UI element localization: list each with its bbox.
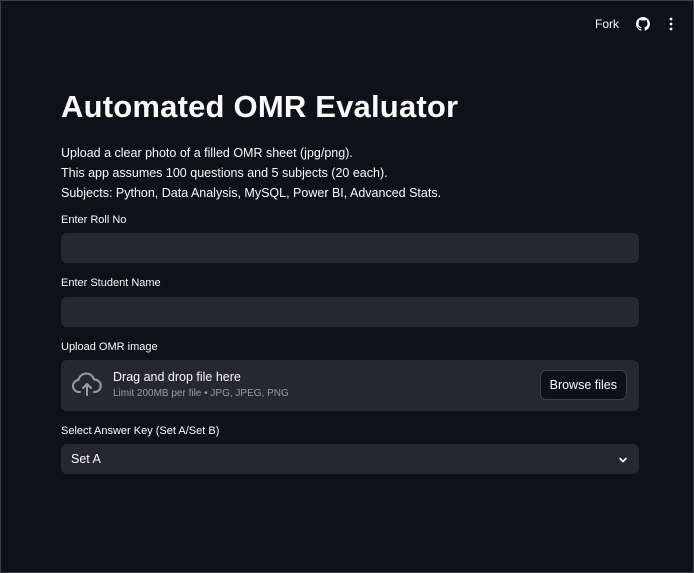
file-limit-text: Limit 200MB per file • JPG, JPEG, PNG bbox=[113, 388, 289, 399]
drag-drop-text: Drag and drop file here bbox=[113, 370, 241, 384]
cloud-upload-icon bbox=[72, 372, 102, 398]
browse-files-button[interactable]: Browse files bbox=[539, 370, 627, 400]
description-line: Subjects: Python, Data Analysis, MySQL, … bbox=[61, 186, 442, 200]
app-header: Fork bbox=[595, 1, 693, 47]
app-window: Fork Automated OMR Evaluator Upload a cl… bbox=[0, 0, 694, 573]
description: Upload a clear photo of a filled OMR she… bbox=[61, 143, 441, 203]
vertical-ellipsis-icon[interactable] bbox=[663, 16, 679, 32]
student-name-input[interactable] bbox=[61, 297, 639, 327]
answer-key-label: Select Answer Key (Set A/Set B) bbox=[61, 425, 220, 437]
description-line: Upload a clear photo of a filled OMR she… bbox=[61, 146, 353, 160]
fork-button[interactable]: Fork bbox=[595, 17, 619, 31]
answer-key-selected-value: Set A bbox=[71, 452, 101, 466]
student-name-label: Enter Student Name bbox=[61, 277, 161, 289]
answer-key-select[interactable]: Set A bbox=[61, 444, 639, 474]
roll-no-label: Enter Roll No bbox=[61, 214, 127, 226]
roll-no-input[interactable] bbox=[61, 233, 639, 263]
upload-label: Upload OMR image bbox=[61, 341, 158, 353]
file-uploader-dropzone[interactable]: Drag and drop file here Limit 200MB per … bbox=[61, 360, 639, 411]
description-line: This app assumes 100 questions and 5 sub… bbox=[61, 166, 388, 180]
chevron-down-icon bbox=[617, 453, 629, 465]
page-title: Automated OMR Evaluator bbox=[61, 89, 459, 124]
github-icon[interactable] bbox=[635, 16, 651, 32]
